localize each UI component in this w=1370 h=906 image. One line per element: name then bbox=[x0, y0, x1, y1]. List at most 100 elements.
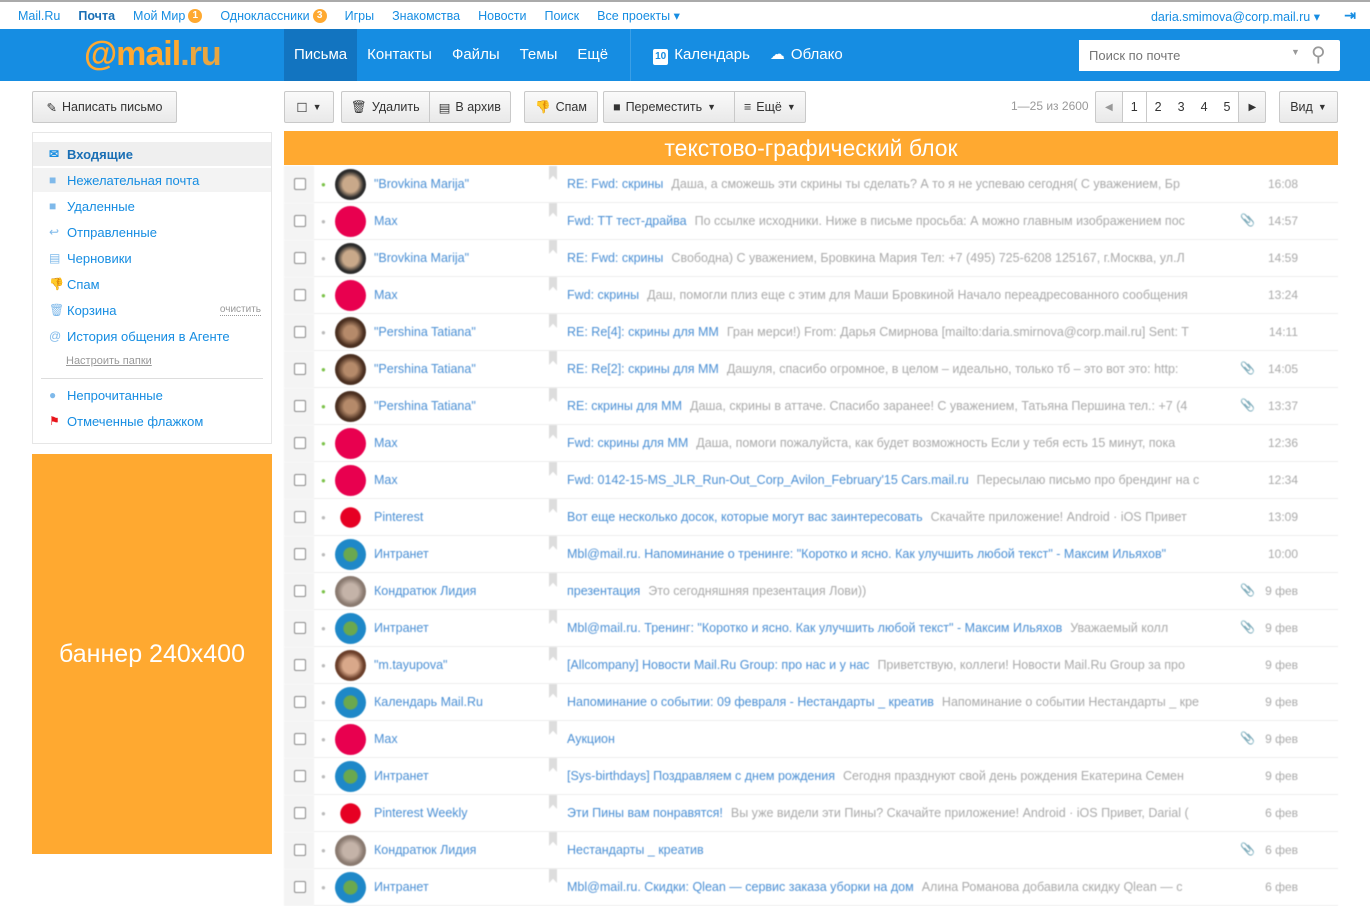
page-1[interactable]: 1 bbox=[1122, 92, 1147, 122]
message-row[interactable]: ● Интранет [Sys-birthdays] Поздравляем с д… bbox=[284, 758, 1338, 795]
message-checkbox[interactable] bbox=[294, 770, 306, 782]
flag-icon[interactable] bbox=[549, 351, 557, 365]
spam-button[interactable]: 👎 Спам bbox=[524, 91, 598, 123]
page-5[interactable]: 5 bbox=[1215, 92, 1240, 122]
message-row[interactable]: ● Календарь Mail.Ru Напоминание о событии:… bbox=[284, 684, 1338, 721]
flag-icon[interactable] bbox=[549, 536, 557, 550]
replied-icon[interactable]: ● bbox=[321, 180, 326, 189]
move-button[interactable]: ■ Переместить ▼ bbox=[604, 92, 735, 122]
read-status-icon[interactable]: ● bbox=[321, 772, 326, 781]
message-checkbox[interactable] bbox=[294, 252, 306, 264]
search-options-icon[interactable]: ▼ bbox=[1291, 47, 1300, 57]
folder-item[interactable]: 👎 Спам bbox=[33, 272, 271, 296]
flag-icon[interactable] bbox=[549, 758, 557, 772]
nav-files[interactable]: Файлы bbox=[442, 29, 510, 81]
message-checkbox[interactable] bbox=[294, 696, 306, 708]
flag-icon[interactable] bbox=[549, 721, 557, 735]
flag-icon[interactable] bbox=[549, 795, 557, 809]
view-button[interactable]: Вид ▼ bbox=[1279, 91, 1338, 123]
portal-link[interactable]: Одноклассники 3 bbox=[220, 8, 327, 23]
message-checkbox[interactable] bbox=[294, 585, 306, 597]
message-row[interactable]: ● "Pershina Tatiana" RE: Re[2]: скрины для… bbox=[284, 351, 1338, 388]
search-input[interactable] bbox=[1079, 40, 1279, 71]
nav-cloud[interactable]: ☁ Облако bbox=[760, 29, 853, 81]
message-checkbox[interactable] bbox=[294, 400, 306, 412]
flag-icon[interactable] bbox=[549, 573, 557, 587]
folder-item[interactable]: ✉ Входящие bbox=[33, 142, 271, 166]
replied-icon[interactable]: ● bbox=[321, 365, 326, 374]
compose-button[interactable]: ✎ Написать письмо bbox=[32, 91, 177, 123]
portal-link[interactable]: Почта bbox=[78, 8, 115, 23]
message-row[interactable]: ● Pinterest Вот еще несколько досок, котор… bbox=[284, 499, 1338, 536]
flag-icon[interactable] bbox=[549, 203, 557, 217]
folder-item[interactable]: @ История общения в Агенте bbox=[33, 324, 271, 348]
read-status-icon[interactable]: ● bbox=[321, 809, 326, 818]
replied-icon[interactable]: ● bbox=[321, 587, 326, 596]
flag-icon[interactable] bbox=[549, 388, 557, 402]
flag-icon[interactable] bbox=[549, 240, 557, 254]
read-status-icon[interactable]: ● bbox=[321, 846, 326, 855]
read-status-icon[interactable]: ● bbox=[321, 550, 326, 559]
folder-item[interactable]: 🗑 Корзина очистить bbox=[33, 298, 271, 322]
read-status-icon[interactable]: ● bbox=[321, 661, 326, 670]
message-row[interactable]: ● Кондратюк Лидия презентация Это сегодняшн… bbox=[284, 573, 1338, 610]
message-checkbox[interactable] bbox=[294, 733, 306, 745]
message-checkbox[interactable] bbox=[294, 844, 306, 856]
page-2[interactable]: 2 bbox=[1146, 92, 1170, 122]
message-row[interactable]: ● Интранет Mbl@mail.ru. Напоминание о трен… bbox=[284, 536, 1338, 573]
message-checkbox[interactable] bbox=[294, 622, 306, 634]
user-menu[interactable]: daria.smimova@corp.mail.ru ▾ bbox=[1151, 9, 1320, 24]
flag-icon[interactable] bbox=[549, 684, 557, 698]
message-row[interactable]: ● Max Fwd: ТТ тест-драйва По ссылке исходни… bbox=[284, 203, 1338, 240]
message-row[interactable]: ● Интранет Mbl@mail.ru. Тренинг: "Коротко … bbox=[284, 610, 1338, 647]
flag-icon[interactable] bbox=[549, 425, 557, 439]
message-row[interactable]: ● "Pershina Tatiana" RE: Re[4]: скрины для… bbox=[284, 314, 1338, 351]
message-checkbox[interactable] bbox=[294, 659, 306, 671]
message-checkbox[interactable] bbox=[294, 807, 306, 819]
flag-icon[interactable] bbox=[549, 314, 557, 328]
replied-icon[interactable]: ● bbox=[321, 291, 326, 300]
filter-item[interactable]: ⚑ Отмеченные флажком bbox=[33, 409, 271, 433]
read-status-icon[interactable]: ● bbox=[321, 883, 326, 892]
read-status-icon[interactable]: ● bbox=[321, 624, 326, 633]
logo[interactable]: @mail.ru bbox=[84, 35, 222, 74]
message-row[interactable]: ● Max Fwd: скрины для ММ Даша, помоги пожал… bbox=[284, 425, 1338, 462]
message-checkbox[interactable] bbox=[294, 215, 306, 227]
flag-icon[interactable] bbox=[549, 166, 557, 180]
flag-icon[interactable] bbox=[549, 832, 557, 846]
message-checkbox[interactable] bbox=[294, 548, 306, 560]
read-status-icon[interactable]: ● bbox=[321, 513, 326, 522]
folder-item[interactable]: ↩ Отправленные bbox=[33, 220, 271, 244]
message-checkbox[interactable] bbox=[294, 326, 306, 338]
flag-icon[interactable] bbox=[549, 869, 557, 883]
message-checkbox[interactable] bbox=[294, 437, 306, 449]
message-row[interactable]: ● Max Fwd: 0142-15-MS_JLR_Run-Out_Corp_Avi… bbox=[284, 462, 1338, 499]
logout-icon[interactable]: ⇥ bbox=[1344, 7, 1356, 24]
portal-link[interactable]: Знакомства bbox=[392, 8, 460, 23]
portal-link[interactable]: Все проекты ▾ bbox=[597, 8, 680, 23]
message-row[interactable]: ● Интранет Mbl@mail.ru. Скидки: Qlean — се… bbox=[284, 869, 1338, 906]
flag-icon[interactable] bbox=[549, 499, 557, 513]
clear-trash-link[interactable]: очистить bbox=[219, 304, 261, 316]
read-status-icon[interactable]: ● bbox=[321, 698, 326, 707]
select-all-dropdown[interactable]: ☐ ▼ bbox=[284, 91, 334, 123]
ad-banner[interactable]: баннер 240x400 bbox=[32, 454, 272, 854]
more-button[interactable]: ≡ Ещё ▼ bbox=[735, 92, 805, 122]
flag-icon[interactable] bbox=[549, 277, 557, 291]
portal-link[interactable]: Мой Мир 1 bbox=[133, 8, 203, 23]
setup-folders-link[interactable]: Настроить папки bbox=[66, 355, 152, 367]
nav-letters[interactable]: Письма bbox=[284, 29, 358, 81]
search-icon[interactable]: ⚲ bbox=[1311, 42, 1326, 67]
page-3[interactable]: 3 bbox=[1169, 92, 1193, 122]
folder-item[interactable]: ▤ Черновики bbox=[33, 246, 271, 270]
message-row[interactable]: ● "Pershina Tatiana" RE: скрины для ММ Даша… bbox=[284, 388, 1338, 425]
read-status-icon[interactable]: ● bbox=[321, 217, 326, 226]
message-row[interactable]: ● "Brovkina Marija" RE: Fwd: скрины Даша, а… bbox=[284, 166, 1338, 203]
flag-icon[interactable] bbox=[549, 610, 557, 624]
read-status-icon[interactable]: ● bbox=[321, 328, 326, 337]
next-page-button[interactable]: ▶ bbox=[1239, 92, 1265, 122]
read-status-icon[interactable]: ● bbox=[321, 254, 326, 263]
message-row[interactable]: ● Кондратюк Лидия Нестандарты _ креатив 📎 6 … bbox=[284, 832, 1338, 869]
message-checkbox[interactable] bbox=[294, 363, 306, 375]
nav-more[interactable]: Ещё bbox=[567, 29, 618, 81]
